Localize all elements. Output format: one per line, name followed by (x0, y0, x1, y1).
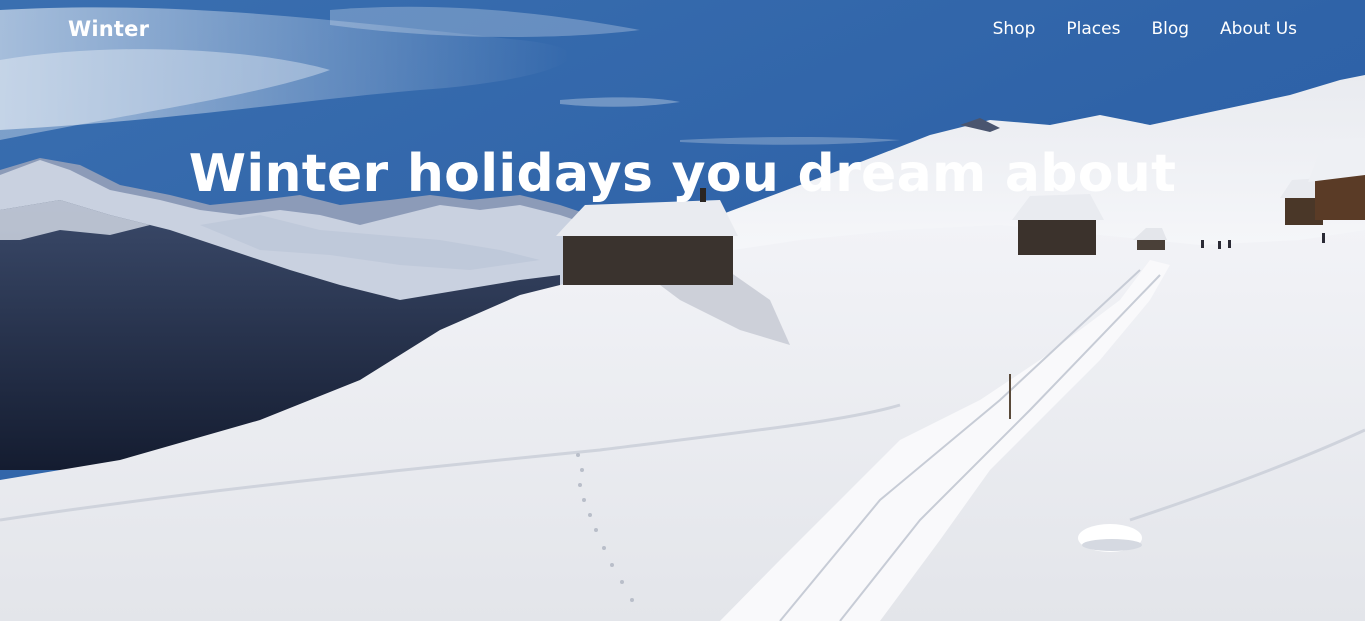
hero-headline: Winter holidays you dream about (188, 144, 1177, 204)
nav-link-blog[interactable]: Blog (1151, 18, 1189, 40)
nav-link-places[interactable]: Places (1066, 18, 1120, 40)
hero-section: Winter Shop Places Blog About Us Winter … (0, 0, 1365, 621)
site-logo[interactable]: Winter (68, 16, 149, 42)
main-nav: Shop Places Blog About Us (993, 18, 1297, 40)
hero-background-image (0, 0, 1365, 621)
nav-link-shop[interactable]: Shop (993, 18, 1036, 40)
top-navigation-bar: Winter Shop Places Blog About Us (0, 0, 1365, 58)
nav-link-about-us[interactable]: About Us (1220, 18, 1297, 40)
